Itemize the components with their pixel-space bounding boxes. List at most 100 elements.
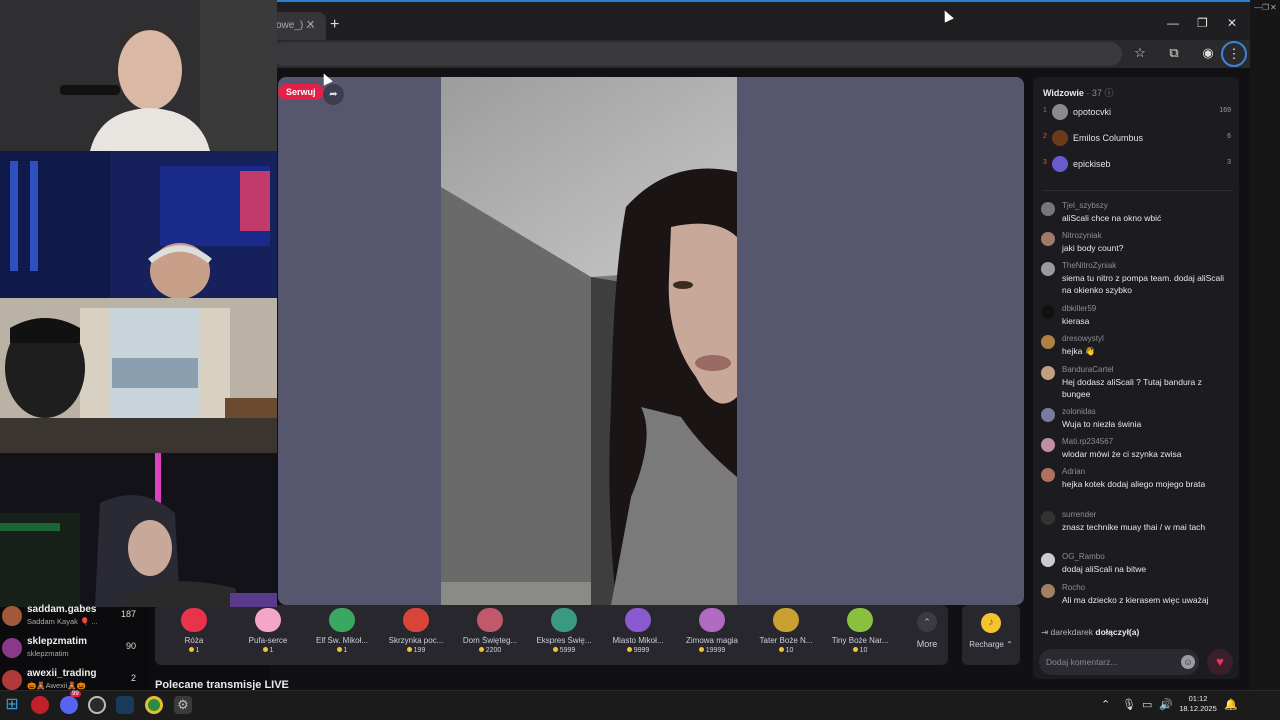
chat-username[interactable]: Rocho bbox=[1062, 583, 1085, 592]
chat-username[interactable]: Nitrozyniak bbox=[1062, 231, 1102, 240]
avatar[interactable] bbox=[1041, 335, 1055, 349]
chat-text: wlodar mówi że ci szynka zwisa bbox=[1062, 449, 1182, 459]
avatar[interactable] bbox=[1041, 468, 1055, 482]
live-video[interactable] bbox=[441, 77, 737, 605]
chat-username[interactable]: TheNitroZyniak bbox=[1062, 261, 1116, 270]
more-gifts-button[interactable]: ⌃ More bbox=[908, 612, 946, 649]
gift-price: 10 bbox=[821, 647, 899, 654]
heart-puff-icon bbox=[255, 608, 281, 632]
sidebar-streamer-item[interactable]: saddam.gabes Saddam Kayak 🎈 ... 187 bbox=[0, 603, 150, 633]
volume-icon[interactable]: 🔊 bbox=[1159, 698, 1173, 711]
discord-app-icon[interactable]: 99 bbox=[60, 691, 81, 714]
avatar[interactable] bbox=[1041, 262, 1055, 276]
gift-price-value: 10 bbox=[859, 647, 868, 654]
share-icon[interactable]: ➦ bbox=[323, 84, 344, 105]
gift-item[interactable]: Tiny Boże Nar... 10 bbox=[821, 608, 899, 654]
outer-minimize-icon[interactable]: — bbox=[1254, 3, 1262, 12]
chat-username[interactable]: dresowystyl bbox=[1062, 334, 1104, 343]
gift-item[interactable]: Skrzynka poc... 199 bbox=[377, 608, 455, 654]
like-heart-button[interactable]: ♥ bbox=[1207, 649, 1233, 675]
webcam-feed-4 bbox=[0, 453, 277, 607]
chat-username[interactable]: Tjel_szybszy bbox=[1062, 201, 1108, 210]
chat-username[interactable]: Adrian bbox=[1062, 467, 1085, 476]
chat-username[interactable]: BanduraCartel bbox=[1062, 365, 1114, 374]
gift-item[interactable]: Zimowa magia 19999 bbox=[673, 608, 751, 654]
gift-item[interactable]: Miasto Mikoł... 9999 bbox=[599, 608, 677, 654]
gift-price: 1 bbox=[155, 647, 233, 654]
browser-tab[interactable]: owe_) ... bbox=[270, 12, 326, 40]
streamer-viewer-count: 2 bbox=[130, 673, 136, 683]
recharge-button[interactable]: ♪ Recharge ⌃ bbox=[962, 605, 1020, 665]
gift-price-value: 9999 bbox=[633, 647, 650, 654]
avatar[interactable] bbox=[1041, 305, 1055, 319]
chat-username[interactable]: OG_Rambo bbox=[1062, 552, 1105, 561]
avatar[interactable] bbox=[1041, 408, 1055, 422]
viewers-title: Widzowie bbox=[1043, 88, 1084, 98]
windows-start-icon[interactable]: ⊞ bbox=[3, 696, 21, 714]
top-viewer-row[interactable]: 3 epickiseb 3 bbox=[1041, 155, 1233, 175]
browser-menu-button[interactable]: ⋮ bbox=[1221, 41, 1247, 67]
avatar[interactable] bbox=[1041, 438, 1055, 452]
new-tab-button[interactable]: + bbox=[330, 16, 339, 34]
mailbox-icon bbox=[403, 608, 429, 632]
gift-price: 2200 bbox=[451, 647, 529, 654]
gift-item[interactable]: Ekspres Świę... 5999 bbox=[525, 608, 603, 654]
microphone-icon[interactable]: 🎙 bbox=[1122, 698, 1136, 711]
gift-item[interactable]: Pufa-serce 1 bbox=[229, 608, 307, 654]
avatar bbox=[1052, 130, 1068, 146]
window-close-button[interactable]: ✕ bbox=[1227, 16, 1237, 30]
comment-input[interactable] bbox=[1046, 655, 1172, 669]
avatar[interactable] bbox=[1041, 202, 1055, 216]
join-event: ⇥ darekdarek dołączył(a) bbox=[1041, 627, 1139, 638]
eye-shape bbox=[673, 281, 693, 289]
avatar[interactable] bbox=[1041, 232, 1055, 246]
bookmark-star-icon[interactable]: ☆ bbox=[1131, 45, 1149, 61]
profile-icon[interactable]: ◉ bbox=[1199, 45, 1217, 61]
tab-close-icon[interactable]: ✕ bbox=[306, 18, 315, 31]
avatar[interactable] bbox=[1041, 553, 1055, 567]
top-viewer-row[interactable]: 1 opotocvki 169 bbox=[1041, 103, 1233, 123]
gift-item[interactable]: Dom Święteg... 2200 bbox=[451, 608, 529, 654]
chat-username[interactable]: zolonidas bbox=[1062, 407, 1096, 416]
settings-gear-icon[interactable]: ⚙ bbox=[174, 696, 192, 714]
address-bar[interactable] bbox=[272, 42, 1122, 66]
gift-item[interactable]: Róża 1 bbox=[155, 608, 233, 654]
window-minimize-button[interactable]: — bbox=[1167, 16, 1179, 30]
tiny-icon bbox=[847, 608, 873, 632]
window-maximize-button[interactable]: ❐ bbox=[1197, 16, 1208, 30]
chat-text: dodaj aliScali na bitwe bbox=[1062, 564, 1147, 574]
outer-maximize-icon[interactable]: ❐ bbox=[1262, 3, 1269, 12]
chat-username[interactable]: dbkiller59 bbox=[1062, 304, 1096, 313]
gift-price-value: 1 bbox=[269, 647, 274, 654]
chrome-app-icon[interactable] bbox=[145, 696, 163, 714]
gift-name: Skrzynka poc... bbox=[388, 636, 444, 645]
gift-item[interactable]: Elf Św. Mikoł... 1 bbox=[303, 608, 381, 654]
gift-name: Tiny Boże Nar... bbox=[831, 636, 889, 645]
tray-chevron-icon[interactable]: ⌃ bbox=[1101, 698, 1110, 711]
magic-icon bbox=[699, 608, 725, 632]
chat-username[interactable]: surrender bbox=[1062, 510, 1096, 519]
sidebar-streamer-item[interactable]: sklepzmatim sklepzmatim 90 bbox=[0, 635, 150, 665]
clock-date: 18.12.2025 bbox=[1179, 704, 1217, 713]
serwuj-button[interactable]: Serwuj bbox=[278, 84, 324, 100]
avatar[interactable] bbox=[1041, 366, 1055, 380]
outer-close-icon[interactable]: ✕ bbox=[1270, 3, 1277, 12]
obs-app-icon[interactable] bbox=[88, 696, 106, 714]
opera-app-icon[interactable] bbox=[31, 696, 49, 714]
extensions-icon[interactable]: ⧉ bbox=[1165, 45, 1183, 61]
streamer-viewer-count: 90 bbox=[125, 641, 136, 651]
info-icon[interactable]: ⓘ bbox=[1104, 88, 1113, 98]
avatar[interactable] bbox=[1041, 584, 1055, 598]
network-icon[interactable]: ▭ bbox=[1142, 698, 1152, 711]
notification-badge: 99 bbox=[70, 691, 81, 697]
steam-app-icon[interactable] bbox=[116, 696, 134, 714]
top-viewer-row[interactable]: 2 Emilos Columbus 6 bbox=[1041, 129, 1233, 149]
join-user[interactable]: darekdarek bbox=[1050, 627, 1093, 637]
notifications-icon[interactable]: 🔔 bbox=[1224, 698, 1238, 711]
house-icon bbox=[477, 608, 503, 632]
gift-item[interactable]: Tater Boże N... 10 bbox=[747, 608, 825, 654]
emoji-icon[interactable]: ☺ bbox=[1181, 655, 1195, 669]
avatar[interactable] bbox=[1041, 511, 1055, 525]
chat-username[interactable]: Mati.rp234567 bbox=[1062, 437, 1113, 446]
taskbar-clock[interactable]: 01:12 18.12.2025 bbox=[1178, 694, 1218, 714]
